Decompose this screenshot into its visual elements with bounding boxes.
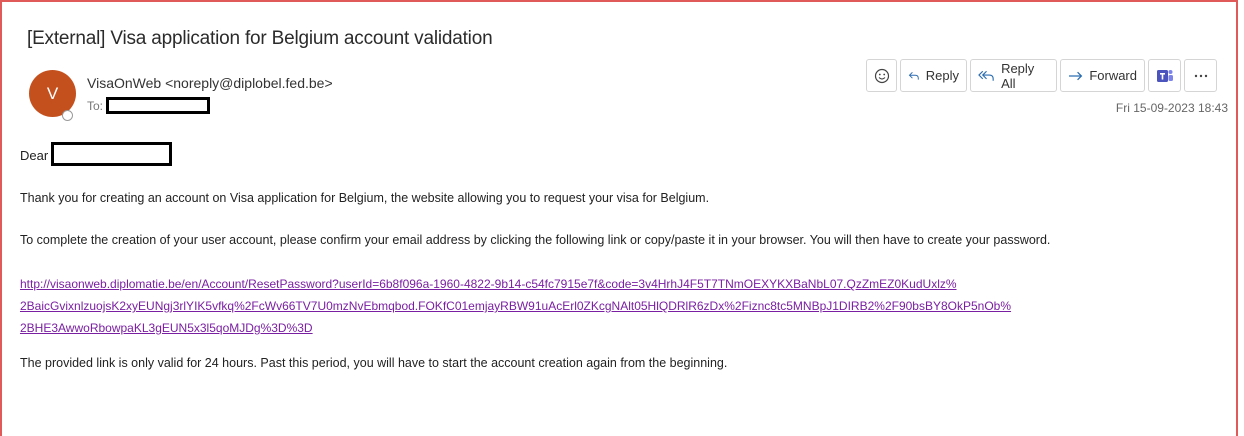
more-actions-button[interactable] bbox=[1184, 59, 1217, 92]
message-toolbar: Reply Reply All Forward bbox=[866, 59, 1217, 92]
forward-icon bbox=[1068, 71, 1083, 80]
link-line-2[interactable]: 2BaicGvixnlzuojsK2xyEUNgj3rlYIK5vfkq%2Fc… bbox=[20, 295, 1080, 317]
teams-icon bbox=[1156, 69, 1173, 82]
forward-button[interactable]: Forward bbox=[1060, 59, 1145, 92]
presence-status-icon bbox=[62, 110, 73, 121]
reply-button[interactable]: Reply bbox=[900, 59, 967, 92]
link-line-3[interactable]: 2BHE3AwwoRbowpaKL3gEUN5x3l5qoMJDg%3D%3D bbox=[20, 317, 1080, 339]
sent-date: Fri 15-09-2023 18:43 bbox=[1115, 101, 1228, 115]
email-subject: [External] Visa application for Belgium … bbox=[27, 28, 493, 49]
redacted-recipient-name bbox=[51, 142, 172, 166]
more-icon bbox=[1194, 74, 1207, 77]
redacted-recipient bbox=[106, 97, 210, 114]
body-paragraph-3: The provided link is only valid for 24 h… bbox=[20, 356, 728, 370]
body-paragraph-2: To complete the creation of your user ac… bbox=[20, 233, 1051, 247]
link-line-1[interactable]: http://visaonweb.diplomatie.be/en/Accoun… bbox=[20, 273, 1080, 295]
avatar-initial: V bbox=[46, 83, 59, 103]
emoji-reaction-button[interactable] bbox=[866, 59, 897, 92]
sender-name[interactable]: VisaOnWeb <noreply@diplobel.fed.be> bbox=[87, 75, 333, 91]
teams-share-button[interactable] bbox=[1148, 59, 1181, 92]
greeting: Dear bbox=[20, 148, 49, 163]
body-paragraph-1: Thank you for creating an account on Vis… bbox=[20, 191, 710, 205]
reply-all-icon bbox=[978, 70, 994, 81]
reply-all-label: Reply All bbox=[1001, 60, 1035, 91]
validation-link[interactable]: http://visaonweb.diplomatie.be/en/Accoun… bbox=[20, 273, 1080, 339]
to-label: To: bbox=[87, 99, 104, 113]
emoji-icon bbox=[874, 68, 889, 83]
forward-label: Forward bbox=[1089, 68, 1137, 83]
reply-icon bbox=[908, 71, 919, 80]
reply-all-button[interactable]: Reply All bbox=[970, 59, 1057, 92]
reply-label: Reply bbox=[925, 68, 959, 83]
